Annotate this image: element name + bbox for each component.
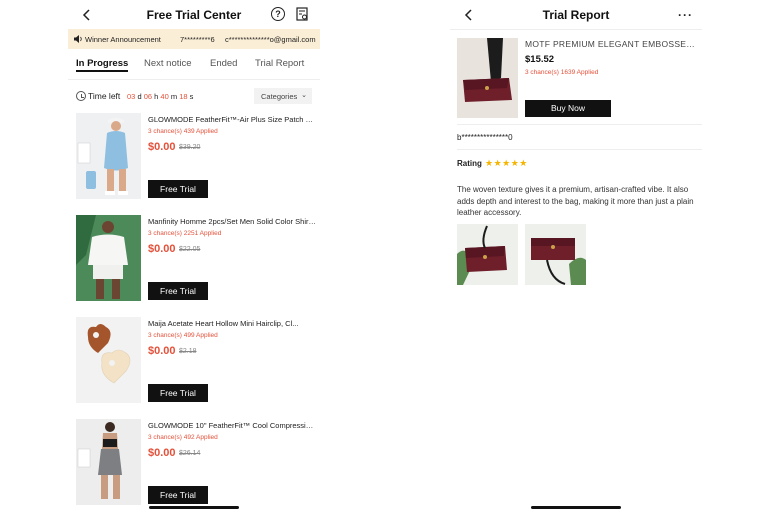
chevron-down-icon: ⌄ <box>301 92 307 99</box>
review-photo[interactable] <box>457 224 518 285</box>
product-image[interactable] <box>457 38 518 118</box>
product-name: Maija Acetate Heart Hollow Mini Hairclip… <box>148 319 299 328</box>
product-name: GLOWMODE FeatherFit™-Air Plus Size Patch… <box>148 115 316 124</box>
header: Trial Report ··· <box>450 0 702 30</box>
applied-count: 3 chance(s) 2251 Applied <box>148 230 222 237</box>
original-price: $2.18 <box>179 348 197 355</box>
applied-count: 3 chance(s) 1639 Applied <box>525 69 599 76</box>
free-trial-button[interactable]: Free Trial <box>148 384 208 402</box>
countdown: 03 d 06 h 40 m 18 s <box>127 92 193 101</box>
review-photo[interactable] <box>525 224 586 285</box>
original-price: $26.14 <box>179 450 201 457</box>
product-price: $15.52 <box>525 54 555 65</box>
trial-price: $0.00 <box>148 243 176 255</box>
clock-icon <box>76 91 86 101</box>
more-options-icon[interactable]: ··· <box>678 8 693 22</box>
countdown-days: 03 <box>127 92 136 101</box>
free-trial-button[interactable]: Free Trial <box>148 282 208 300</box>
product-image <box>76 317 141 403</box>
divider <box>68 79 320 80</box>
home-indicator[interactable] <box>531 506 621 509</box>
tab-ended[interactable]: Ended <box>210 58 237 69</box>
categories-label: Categories <box>261 92 298 101</box>
winner-announcement-banner: Winner Announcement 7*********6 c*******… <box>68 29 320 49</box>
trial-price: $0.00 <box>148 141 176 153</box>
hours-unit: h <box>154 92 159 101</box>
product-card[interactable]: Manfinity Homme 2pcs/Set Men Solid Color… <box>76 215 316 303</box>
rating-label: Rating <box>457 159 482 168</box>
applied-count: 3 chance(s) 492 Applied <box>148 434 218 441</box>
minutes-unit: m <box>170 92 178 101</box>
time-left-bar: Time left 03 d 06 h 40 m 18 s Categories… <box>76 88 312 104</box>
free-trial-button[interactable]: Free Trial <box>148 180 208 198</box>
product-image <box>76 215 141 301</box>
divider <box>457 124 702 125</box>
product-image <box>76 113 141 199</box>
tab-bar: In Progress Next notice Ended Trial Repo… <box>76 58 320 74</box>
reviewer-name: b***************0 <box>457 133 513 142</box>
tab-next-notice[interactable]: Next notice <box>144 58 192 69</box>
help-icon[interactable]: ? <box>271 7 285 21</box>
product-name: GLOWMODE 10" FeatherFit™ Cool Compressio… <box>148 421 316 430</box>
tab-trial-report[interactable]: Trial Report <box>255 58 304 69</box>
countdown-hours: 06 <box>143 92 153 101</box>
original-price: $39.20 <box>179 144 201 151</box>
page-title: Trial Report <box>542 8 610 22</box>
countdown-minutes: 40 <box>160 92 169 101</box>
header: Free Trial Center ? <box>68 0 320 30</box>
product-name: MOTF PREMIUM ELEGANT EMBOSSED CROCODILE … <box>525 39 697 49</box>
free-trial-button[interactable]: Free Trial <box>148 486 208 504</box>
divider <box>457 149 702 150</box>
home-indicator[interactable] <box>149 506 239 509</box>
countdown-seconds: 18 <box>179 92 188 101</box>
time-left-label: Time left <box>88 91 121 101</box>
product-image <box>76 419 141 505</box>
winner-email: c**************o@gmail.com <box>225 35 316 44</box>
product-card[interactable]: Maija Acetate Heart Hollow Mini Hairclip… <box>76 317 316 405</box>
seconds-unit: s <box>189 92 194 101</box>
tab-in-progress[interactable]: In Progress <box>76 58 129 72</box>
applied-count: 3 chance(s) 499 Applied <box>148 332 218 339</box>
applied-count: 3 chance(s) 439 Applied <box>148 128 218 135</box>
buy-now-button[interactable]: Buy Now <box>525 100 611 117</box>
original-price: $22.05 <box>179 246 201 253</box>
review-text: The woven texture gives it a premium, ar… <box>457 185 694 217</box>
announcement-label: Winner Announcement <box>85 35 161 44</box>
speaker-icon <box>74 35 83 43</box>
winner-user-id: 7*********6 <box>180 35 215 44</box>
trial-price: $0.00 <box>148 447 176 459</box>
star-rating-icon: ★★★★★ <box>485 158 528 168</box>
product-card[interactable]: GLOWMODE FeatherFit™-Air Plus Size Patch… <box>76 113 316 201</box>
product-name: Manfinity Homme 2pcs/Set Men Solid Color… <box>148 217 316 226</box>
divider <box>450 29 702 30</box>
categories-dropdown[interactable]: Categories ⌄ <box>254 88 312 104</box>
days-unit: d <box>137 92 142 101</box>
product-card[interactable]: GLOWMODE 10" FeatherFit™ Cool Compressio… <box>76 419 316 507</box>
trial-price: $0.00 <box>148 345 176 357</box>
free-trial-center-screen: Free Trial Center ? Winner Announcement … <box>68 0 320 513</box>
report-icon[interactable] <box>296 7 309 22</box>
trial-report-screen: Trial Report ··· MOTF PREMIUM ELEGANT EM… <box>450 0 702 513</box>
